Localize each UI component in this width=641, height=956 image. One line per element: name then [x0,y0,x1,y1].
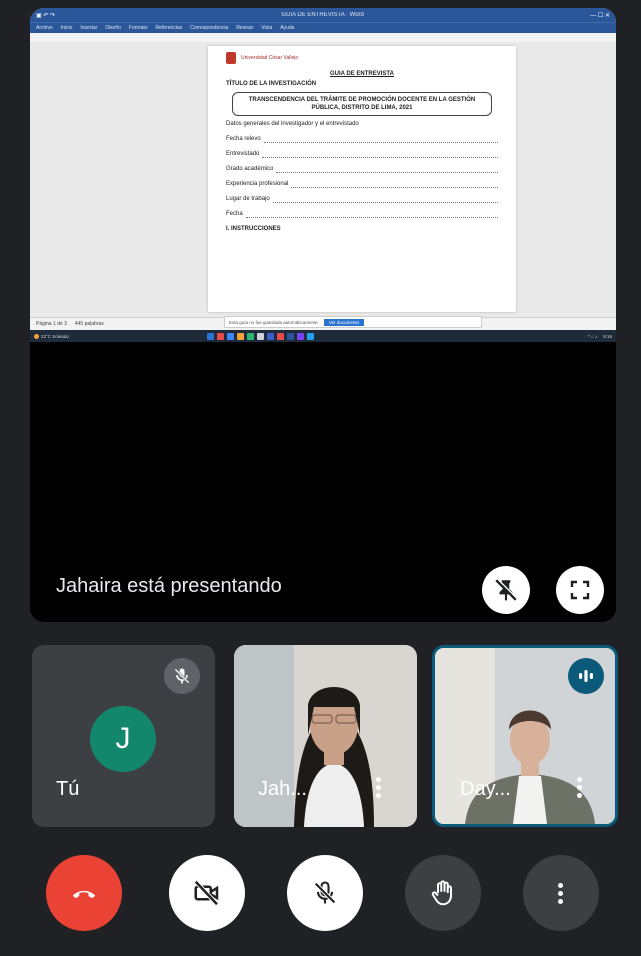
mic-off-icon [314,881,336,904]
word-titlebar: ▣ ↶ ↷ GUIA DE ENTREVISTA · Word — ☐ ✕ [30,8,616,22]
notification-text: Esta guía no fue guardada automáticament… [229,319,318,325]
logo-text: Universidad César Vallejo [241,55,299,61]
app-icon [217,332,224,340]
doc-title: GUIA DE ENTREVISTA [329,71,394,77]
doc-instructions: I. INSTRUCCIONES [226,226,281,232]
ribbon-tab: Correspondencia [190,25,229,31]
app-icon [297,332,304,340]
app-icon [257,332,264,340]
hangup-button[interactable] [46,855,122,931]
speaking-indicator [568,658,604,694]
presentation-stage: ▣ ↶ ↷ GUIA DE ENTREVISTA · Word — ☐ ✕ Ar… [30,8,616,622]
doc-field: Entrevistado [226,150,498,158]
status-page: Página 1 de 3 [36,321,67,327]
ribbon-tab: Diseño [105,25,121,31]
logo-mark-icon [226,52,236,64]
word-window-title: GUIA DE ENTREVISTA · Word [281,12,364,18]
ribbon-tab: Insertar [80,25,98,31]
more-options-button[interactable] [523,855,599,931]
mic-toggle-button[interactable] [287,855,363,931]
app-icon [277,332,284,340]
doc-field: Fecha [226,210,498,218]
word-ribbon: Archivo Inicio Insertar Diseño Formato R… [30,22,616,33]
ribbon-tab: Ayuda [280,25,295,31]
doc-field: Fecha relevo [226,135,498,143]
ribbon-tab: Formato [128,25,148,31]
word-canvas: Universidad César Vallejo GUIA DE ENTREV… [30,42,616,318]
speaking-icon [579,670,593,682]
unpin-icon [495,578,518,601]
camera-off-icon [194,880,219,906]
app-icon [237,332,244,340]
app-icon [227,332,234,340]
self-name: Tú [56,778,80,800]
window-controls-icon: — ☐ ✕ [590,12,610,19]
call-end-icon [72,890,96,899]
app-icon [247,332,254,340]
windows-taskbar: 22°C Soleado ^ ⌂ ♪ 9:16 [30,330,616,342]
presenter-label: Jahaira está presentando [56,575,282,597]
fullscreen-button[interactable] [556,566,604,614]
status-words: 445 palabras [74,321,104,327]
ribbon-tab: Referencias [155,25,183,31]
app-icon [267,332,274,340]
autosave-icon: ▣ ↶ ↷ [36,12,56,19]
unpin-button[interactable] [482,566,530,614]
sun-icon [34,333,39,339]
hand-icon [431,880,452,906]
word-app-icon [287,332,294,340]
document-page: Universidad César Vallejo GUIA DE ENTREV… [208,46,516,312]
jahaira-name: Jah... [258,778,307,800]
taskbar-weather: 22°C Soleado [34,333,204,339]
fullscreen-icon [570,580,590,600]
mic-muted-badge [164,658,200,694]
notification-button: Ver documento [323,318,365,326]
ribbon-tab: Vista [261,25,273,31]
tray-icons: ^ ⌂ ♪ [587,333,598,339]
doc-field: Experiencia profesional [226,180,498,188]
mic-off-icon [174,668,190,684]
ribbon-tab: Revisar [236,25,254,31]
word-notification: Esta guía no fue guardada automáticament… [224,316,482,328]
more-vert-icon[interactable] [577,774,583,801]
avatar: J [90,706,156,772]
doc-field: Grado académico [226,165,498,173]
doc-heading: TÍTULO DE LA INVESTIGACIÓN [226,81,317,87]
camera-toggle-button[interactable] [169,855,245,931]
shared-screen: ▣ ↶ ↷ GUIA DE ENTREVISTA · Word — ☐ ✕ Ar… [30,8,616,342]
doc-section: Datos generales del investigador y el en… [226,121,359,127]
university-logo: Universidad César Vallejo [226,52,498,64]
system-tray: ^ ⌂ ♪ 9:16 [588,334,612,339]
ribbon-tab: Archivo [36,25,53,31]
more-vert-icon[interactable] [376,774,382,801]
app-icon [307,332,314,340]
doc-field: Lugar de trabajo [226,195,498,203]
doc-title-box: TRANSCENDENCIA DEL TRÁMITE DE PROMOCIÓN … [232,92,492,116]
raise-hand-button[interactable] [405,855,481,931]
taskbar-time: 9:16 [603,333,612,339]
start-icon [207,332,214,340]
ribbon-tab: Inicio [60,25,73,31]
more-vert-icon [558,880,564,907]
dayan-name: Day... [460,778,511,800]
